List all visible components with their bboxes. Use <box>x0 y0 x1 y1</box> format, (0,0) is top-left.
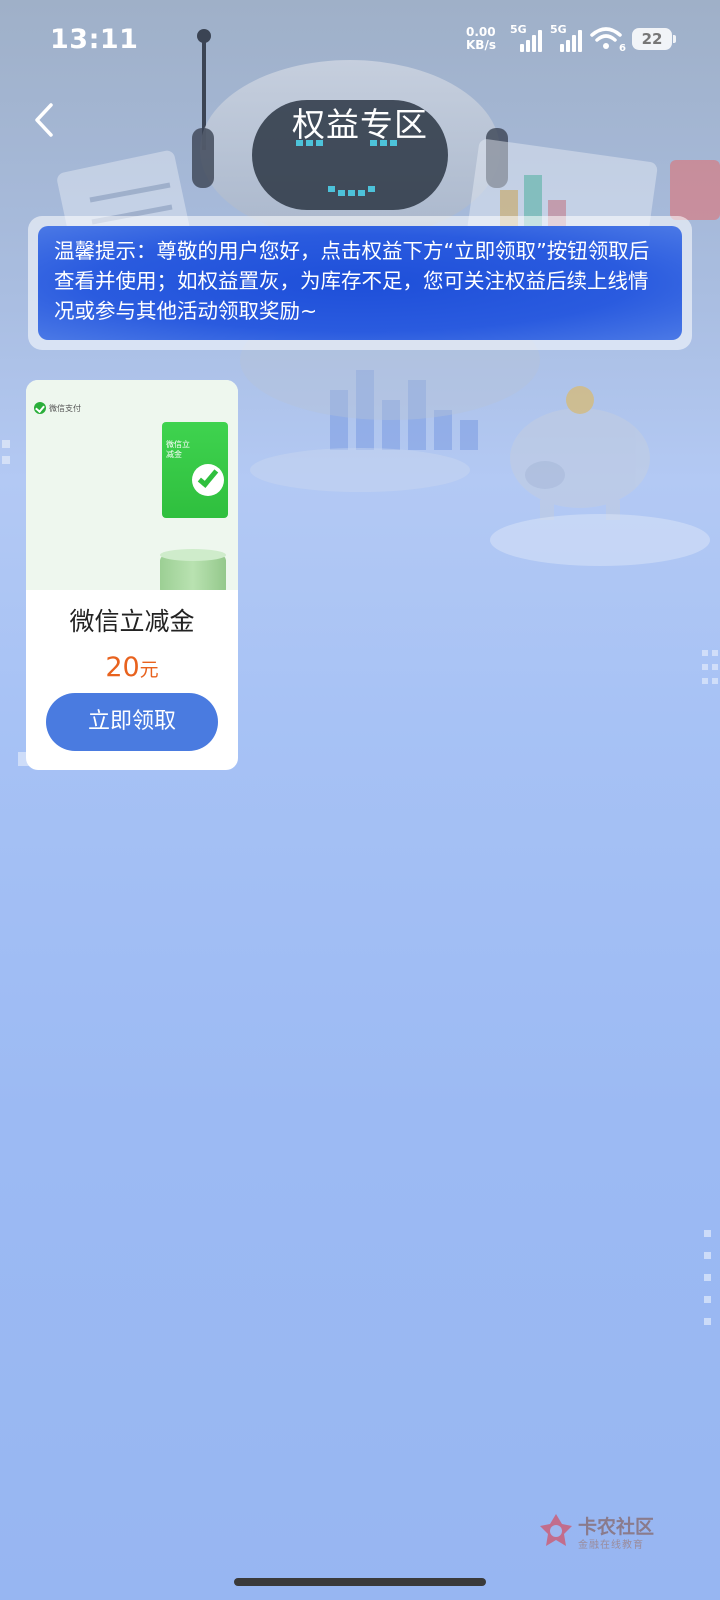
price-value: 20 <box>105 652 140 683</box>
signal-icon-sim1: 5G <box>510 23 542 52</box>
tip-banner: 温馨提示：尊敬的用户您好，点击权益下方“立即领取”按钮领取后查看并使用；如权益置… <box>28 216 692 350</box>
home-indicator[interactable] <box>234 1578 486 1586</box>
voucher-card-label: 微信立减金 <box>166 440 190 459</box>
benefit-name: 微信立减金 <box>69 607 195 636</box>
watermark-title: 卡农社区 <box>578 1516 655 1538</box>
wifi-icon: 6 <box>590 26 626 54</box>
status-icons: 0.00 KB/s 5G 5G 6 22 <box>466 23 676 54</box>
wechat-pay-icon <box>34 402 46 414</box>
benefit-price: 20元 <box>26 652 238 683</box>
claim-button[interactable]: 立即领取 <box>46 693 218 751</box>
benefit-card: 微信支付 微信立减金 微信立减金 20元 立即领取 <box>26 380 238 770</box>
wifi-sub-label: 6 <box>619 43 626 54</box>
nav-bar: 权益专区 <box>0 84 720 154</box>
benefit-image: 微信支付 微信立减金 <box>26 380 238 590</box>
sim2-network-tag: 5G <box>550 23 567 36</box>
signal-icon-sim2: 5G <box>550 23 582 52</box>
wechat-pay-logo: 微信支付 <box>34 402 81 414</box>
battery-icon: 22 <box>632 28 676 50</box>
watermark: 卡农社区 金融在线教育 <box>538 1510 678 1551</box>
status-time: 13:11 <box>50 24 139 55</box>
decorative-dots <box>704 1230 711 1325</box>
tip-text: 温馨提示：尊敬的用户您好，点击权益下方“立即领取”按钮领取后查看并使用；如权益置… <box>38 226 682 340</box>
voucher-card-graphic: 微信立减金 <box>162 422 228 518</box>
network-speed: 0.00 KB/s <box>466 26 502 52</box>
wechat-pay-label: 微信支付 <box>49 403 81 413</box>
status-bar: 13:11 0.00 KB/s 5G 5G 6 22 <box>0 0 720 84</box>
network-speed-unit: KB/s <box>466 38 496 52</box>
sim1-network-tag: 5G <box>510 23 527 36</box>
price-unit: 元 <box>139 659 159 681</box>
page-title: 权益专区 <box>292 105 428 144</box>
coin-stack-graphic <box>160 549 226 590</box>
watermark-subtitle: 金融在线教育 <box>578 1540 644 1551</box>
knong-logo-icon <box>540 1514 572 1546</box>
